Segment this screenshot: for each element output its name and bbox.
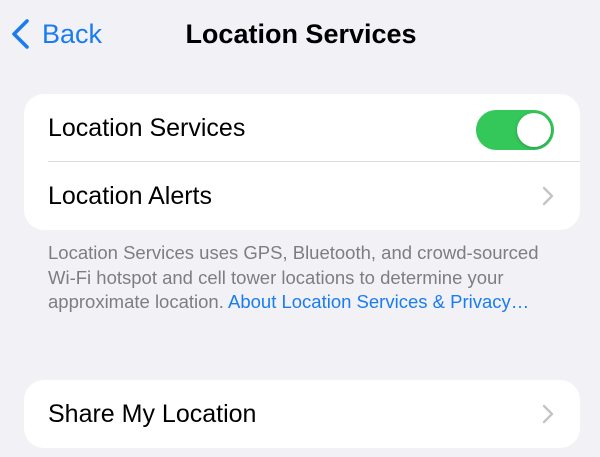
share-my-location-row[interactable]: Share My Location — [24, 380, 580, 448]
share-my-location-label: Share My Location — [48, 399, 257, 428]
location-services-row: Location Services — [24, 94, 580, 162]
toggle-knob — [517, 113, 551, 147]
chevron-right-icon — [542, 404, 554, 424]
location-services-toggle[interactable] — [476, 110, 554, 150]
location-alerts-row[interactable]: Location Alerts — [24, 162, 580, 230]
chevron-right-icon — [542, 186, 554, 206]
about-location-privacy-link[interactable]: About Location Services & Privacy… — [228, 291, 529, 312]
page-title: Location Services — [185, 19, 417, 49]
location-settings-group: Location Services Location Alerts — [24, 94, 580, 230]
location-services-description: Location Services uses GPS, Bluetooth, a… — [48, 241, 568, 315]
share-location-group: Share My Location — [24, 380, 580, 448]
navigation-bar: Back Location Services — [0, 0, 600, 66]
location-services-label: Location Services — [48, 113, 246, 142]
location-alerts-label: Location Alerts — [48, 181, 212, 210]
